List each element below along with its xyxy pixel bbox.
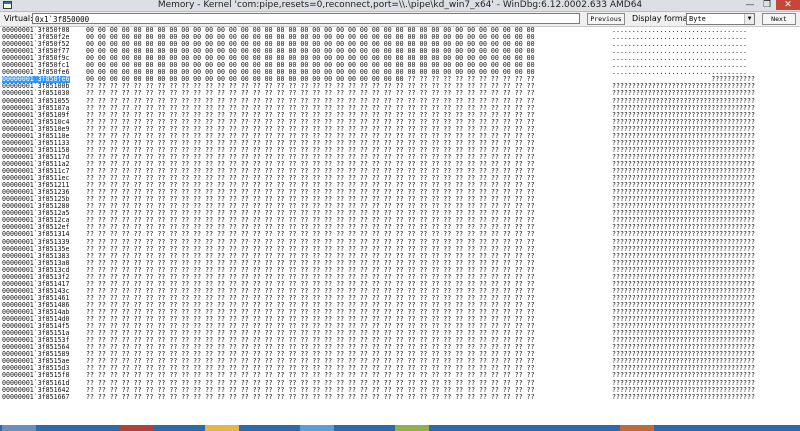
taskbar-item-5[interactable] xyxy=(395,425,429,431)
taskbar-item-1[interactable] xyxy=(2,425,36,431)
display-format-select[interactable]: Byte ▼ xyxy=(686,13,755,25)
memory-row[interactable]: 00000001`3f851667 ?? ?? ?? ?? ?? ?? ?? ??… xyxy=(0,392,800,401)
window-title: Memory - Kernel 'com:pipe,resets=0,recon… xyxy=(157,0,643,10)
taskbar-item-6[interactable] xyxy=(620,425,654,431)
taskbar-item-3[interactable] xyxy=(205,425,239,431)
next-button[interactable]: Next xyxy=(762,13,796,25)
minimize-button[interactable]: — xyxy=(743,0,757,10)
virtual-label: Virtual: xyxy=(4,14,33,23)
windows-taskbar xyxy=(0,425,800,431)
taskbar-item-2[interactable] xyxy=(120,425,154,431)
close-button[interactable]: ✕ xyxy=(776,0,800,10)
display-format-value: Byte xyxy=(689,15,706,23)
memory-ascii: ???????????????????????????????????? xyxy=(612,392,755,401)
address-input[interactable]: 0x1`3f850000 xyxy=(32,13,580,24)
chevron-down-icon: ▼ xyxy=(744,14,754,24)
previous-button[interactable]: Previous xyxy=(587,13,625,25)
memory-toolbar: Virtual: 0x1`3f850000 Previous Display f… xyxy=(0,12,800,27)
display-format-label: Display format: xyxy=(632,14,694,23)
restore-button[interactable]: ❐ xyxy=(760,0,774,10)
memory-view[interactable]: 00000001`3f850f08 00 00 00 00 00 00 00 00… xyxy=(0,27,800,425)
memory-address: 00000001`3f851667 xyxy=(2,392,70,401)
title-bar: Memory - Kernel 'com:pipe,resets=0,recon… xyxy=(0,0,800,12)
memory-bytes: ?? ?? ?? ?? ?? ?? ?? ?? ?? ?? ?? ?? ?? ?… xyxy=(86,392,535,401)
taskbar-item-4[interactable] xyxy=(300,425,334,431)
